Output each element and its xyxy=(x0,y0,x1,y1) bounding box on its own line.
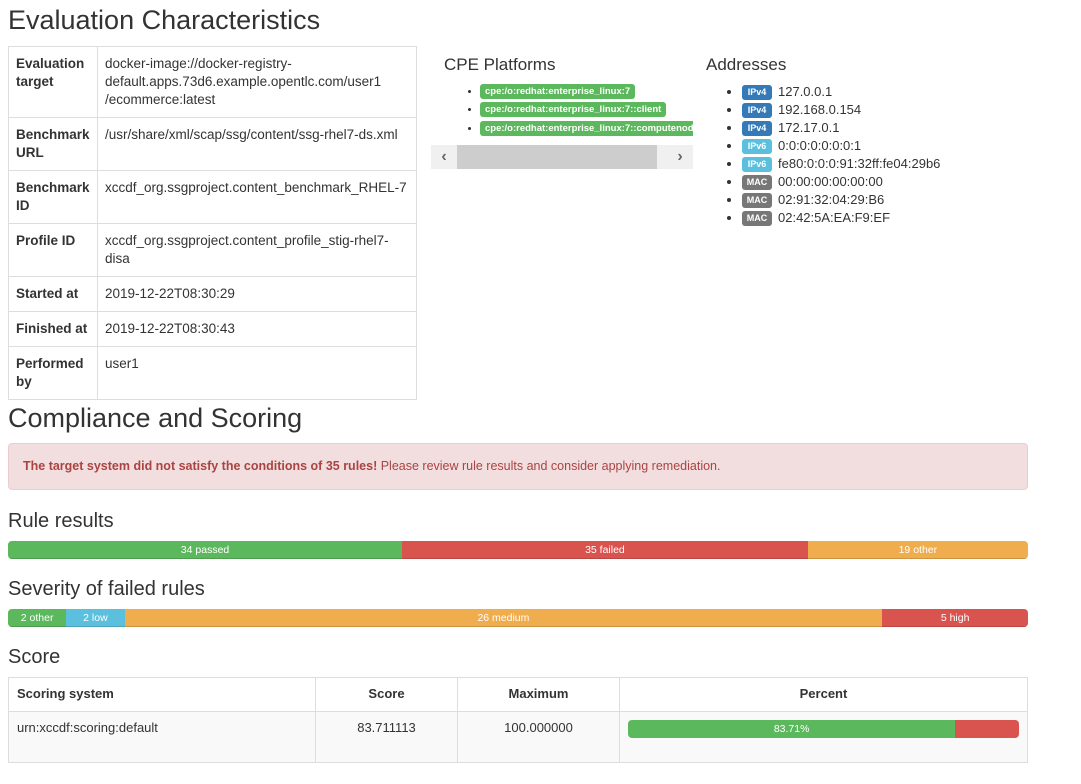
severity-other-bar[interactable]: 2 other xyxy=(8,609,67,627)
ipv6-badge: IPv6 xyxy=(742,156,772,172)
severity-heading: Severity of failed rules xyxy=(8,578,205,600)
table-row: Performed by user1 xyxy=(8,346,417,400)
scroll-left-arrow-icon[interactable]: ‹ xyxy=(431,145,457,169)
percent-fail-bar xyxy=(955,720,1019,738)
cpe-badge: cpe:/o:redhat:enterprise_linux:7 xyxy=(480,83,636,99)
address-value: fe80:0:0:0:91:32ff:fe04:29b6 xyxy=(778,155,941,171)
evaluation-characteristics-heading: Evaluation Characteristics xyxy=(8,5,321,35)
table-row: Started at 2019-12-22T08:30:29 xyxy=(8,276,417,312)
mac-badge: MAC xyxy=(742,192,772,208)
list-item: IPv4 172.17.0.1 xyxy=(742,119,1006,137)
cpe-badge: cpe:/o:redhat:enterprise_linux:7::client xyxy=(480,102,667,118)
address-value: 172.17.0.1 xyxy=(778,119,840,135)
row-label: Benchmark URL xyxy=(8,117,98,171)
profile-id-value: xccdf_org.ssgproject.content_profile_sti… xyxy=(97,223,417,277)
rule-results-failed-bar[interactable]: 35 failed xyxy=(402,541,808,559)
maximum-value: 100.000000 xyxy=(457,711,620,763)
list-item: MAC 00:00:00:00:00:00 xyxy=(742,173,1006,191)
ipv6-badge: IPv6 xyxy=(742,138,772,154)
scroll-right-arrow-icon[interactable]: › xyxy=(667,145,693,169)
row-label: Evaluation target xyxy=(8,46,98,118)
percent-cell: 83.71% xyxy=(619,711,1028,763)
address-value: 02:91:32:04:29:B6 xyxy=(778,191,885,207)
address-value: 02:42:5A:EA:F9:EF xyxy=(778,209,891,225)
row-label: Finished at xyxy=(8,311,98,347)
table-row: Profile ID xccdf_org.ssgproject.content_… xyxy=(8,223,417,277)
score-heading: Score xyxy=(8,646,61,668)
horizontal-scrollbar[interactable]: ‹ › xyxy=(431,145,693,170)
col-scoring-system: Scoring system xyxy=(8,677,316,712)
benchmark-id-value: xccdf_org.ssgproject.content_benchmark_R… xyxy=(97,170,417,224)
table-row: Finished at 2019-12-22T08:30:43 xyxy=(8,311,417,347)
severity-high-bar[interactable]: 5 high xyxy=(882,609,1028,627)
mac-badge: MAC xyxy=(742,210,772,226)
table-row: Benchmark ID xccdf_org.ssgproject.conten… xyxy=(8,170,417,224)
address-value: 00:00:00:00:00:00 xyxy=(778,173,883,189)
performed-by-value: user1 xyxy=(97,346,417,400)
cpe-platforms-section: CPE Platforms cpe:/o:redhat:enterprise_l… xyxy=(431,55,693,170)
compliance-alert: The target system did not satisfy the co… xyxy=(8,443,1028,490)
finished-at-value: 2019-12-22T08:30:43 xyxy=(97,311,417,347)
compliance-and-scoring-heading: Compliance and Scoring xyxy=(8,403,303,433)
list-item: cpe:/o:redhat:enterprise_linux:7::comput… xyxy=(480,120,693,139)
alert-text: Please review rule results and consider … xyxy=(377,459,721,473)
row-label: Profile ID xyxy=(8,223,98,277)
list-item: IPv4 127.0.0.1 xyxy=(742,83,1006,101)
addresses-heading: Addresses xyxy=(706,55,787,74)
list-item: cpe:/o:redhat:enterprise_linux:7::client xyxy=(480,101,693,120)
row-label: Benchmark ID xyxy=(8,170,98,224)
ipv4-badge: IPv4 xyxy=(742,102,772,118)
col-maximum: Maximum xyxy=(457,677,620,712)
percent-pass-bar: 83.71% xyxy=(628,720,956,738)
addresses-section: Addresses IPv4 127.0.0.1 IPv4 192.168.0.15… xyxy=(706,55,1006,227)
table-row: urn:xccdf:scoring:default 83.711113 100.… xyxy=(8,711,1028,763)
list-item: MAC 02:42:5A:EA:F9:EF xyxy=(742,209,1006,227)
severity-progress: 2 other 2 low 26 medium 5 high xyxy=(8,609,1028,627)
ipv4-badge: IPv4 xyxy=(742,84,772,100)
scrollbar-thumb[interactable] xyxy=(457,145,657,170)
evaluation-target-value: docker-image://docker-registry- default.… xyxy=(97,46,417,118)
rule-results-other-bar[interactable]: 19 other xyxy=(807,541,1028,559)
col-score: Score xyxy=(315,677,458,712)
cpe-badge: cpe:/o:redhat:enterprise_linux:7::comput… xyxy=(480,120,693,136)
address-value: 127.0.0.1 xyxy=(778,83,833,99)
scoring-system-value: urn:xccdf:scoring:default xyxy=(8,711,316,763)
rule-results-heading: Rule results xyxy=(8,510,114,532)
address-value: 192.168.0.154 xyxy=(778,101,862,117)
list-item: IPv6 0:0:0:0:0:0:0:1 xyxy=(742,137,1006,155)
alert-strong-text: The target system did not satisfy the co… xyxy=(23,459,378,473)
col-percent: Percent xyxy=(619,677,1028,712)
list-item: MAC 02:91:32:04:29:B6 xyxy=(742,191,1006,209)
row-label: Started at xyxy=(8,276,98,312)
benchmark-url-value: /usr/share/xml/scap/ssg/content/ssg-rhel… xyxy=(97,117,417,171)
table-row: Benchmark URL /usr/share/xml/scap/ssg/co… xyxy=(8,117,417,171)
severity-medium-bar[interactable]: 26 medium xyxy=(124,609,883,627)
score-table: Scoring system Score Maximum Percent urn… xyxy=(8,677,1028,763)
ipv4-badge: IPv4 xyxy=(742,120,772,136)
score-value: 83.711113 xyxy=(315,711,458,763)
evaluation-characteristics-table: Evaluation target docker-image://docker-… xyxy=(8,46,417,400)
cpe-platforms-heading: CPE Platforms xyxy=(444,55,556,74)
rule-results-passed-bar[interactable]: 34 passed xyxy=(8,541,403,559)
percent-progress: 83.71% xyxy=(628,720,1019,738)
list-item: IPv6 fe80:0:0:0:91:32ff:fe04:29b6 xyxy=(742,155,1006,173)
severity-low-bar[interactable]: 2 low xyxy=(66,609,125,627)
row-label: Performed by xyxy=(8,346,98,400)
list-item: IPv4 192.168.0.154 xyxy=(742,101,1006,119)
started-at-value: 2019-12-22T08:30:29 xyxy=(97,276,417,312)
table-row: Evaluation target docker-image://docker-… xyxy=(8,46,417,118)
address-value: 0:0:0:0:0:0:0:1 xyxy=(778,137,862,153)
list-item: cpe:/o:redhat:enterprise_linux:7 xyxy=(480,83,693,102)
addresses-list: IPv4 127.0.0.1 IPv4 192.168.0.154 IPv4 172.… xyxy=(706,83,1006,227)
rule-results-progress: 34 passed 35 failed 19 other xyxy=(8,541,1028,559)
mac-badge: MAC xyxy=(742,174,772,190)
cpe-platforms-list: cpe:/o:redhat:enterprise_linux:7 cpe:/o:… xyxy=(431,83,693,139)
table-header-row: Scoring system Score Maximum Percent xyxy=(8,677,1028,712)
